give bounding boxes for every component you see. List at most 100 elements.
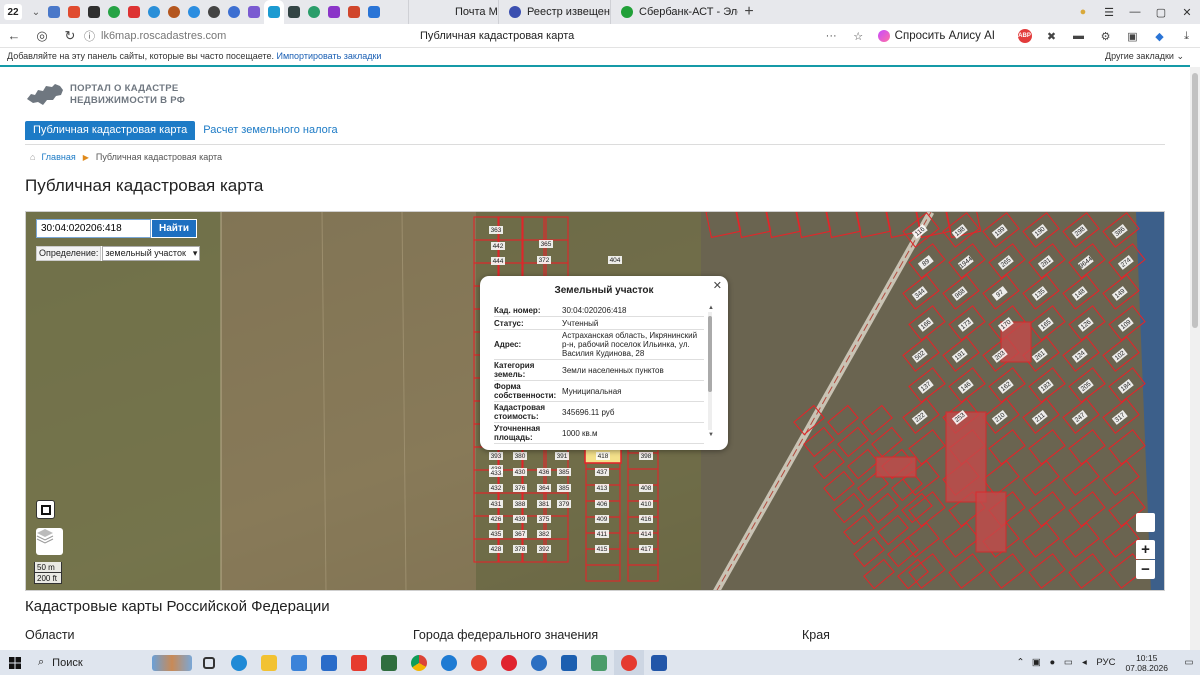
parcel-number-label[interactable]: 435	[491, 531, 502, 538]
parcel-number-label[interactable]: 430	[515, 469, 526, 476]
parcel-number-label[interactable]: 414	[641, 531, 652, 538]
parcel-number-label[interactable]: 378	[515, 546, 526, 553]
layers-button[interactable]	[36, 528, 63, 555]
parcel-number-label[interactable]: 363	[491, 227, 502, 234]
pinned-tab[interactable]	[344, 0, 364, 24]
other-bookmarks-button[interactable]: Другие закладки ⌄	[1105, 48, 1184, 65]
mail-icon[interactable]	[314, 650, 344, 675]
opera-icon[interactable]	[494, 650, 524, 675]
parcel-number-label[interactable]: 380	[515, 453, 526, 460]
parcel-number-label[interactable]: 433	[491, 470, 502, 477]
edge-icon[interactable]	[224, 650, 254, 675]
close-icon[interactable]: ✕	[1174, 6, 1200, 19]
pinned-tab[interactable]	[204, 0, 224, 24]
site-logo[interactable]: ПОРТАЛ О КАДАСТРЕ НЕДВИЖИМОСТИ В РФ	[25, 81, 185, 109]
popup-scroll-up-icon[interactable]: ▲	[708, 305, 714, 311]
parcel-number-label[interactable]: 385	[559, 485, 570, 492]
pinned-tab[interactable]	[164, 0, 184, 24]
microphone-icon[interactable]: ●	[1045, 657, 1059, 668]
pinned-tab[interactable]	[284, 0, 304, 24]
parcel-number-label[interactable]: 393	[491, 453, 502, 460]
yandex-icon[interactable]	[344, 650, 374, 675]
extension-icon[interactable]: ✖	[1038, 30, 1065, 43]
parcel-number-label[interactable]: 416	[641, 516, 652, 523]
downloads-icon[interactable]: ⤓	[1173, 30, 1200, 43]
parcel-number-label[interactable]: 418	[598, 453, 609, 460]
zoom-out-button[interactable]: −	[1136, 560, 1155, 579]
internet-explorer-icon[interactable]	[434, 650, 464, 675]
breadcrumb-home[interactable]: Главная	[41, 152, 75, 162]
adblock-extension-icon[interactable]: ABP	[1011, 29, 1038, 43]
yandex-browser-icon[interactable]	[464, 650, 494, 675]
taskbar-search[interactable]: ⌕ Поиск	[30, 650, 150, 675]
clock[interactable]: 10:15 07.08.2026	[1125, 653, 1168, 673]
calculator-icon[interactable]	[374, 650, 404, 675]
fullscreen-button[interactable]	[36, 500, 55, 519]
network-icon[interactable]: ▭	[1061, 657, 1075, 668]
app-icon[interactable]	[584, 650, 614, 675]
scrollbar-thumb[interactable]	[1192, 73, 1198, 328]
nav-tab-cadastral-map[interactable]: Публичная кадастровая карта	[25, 121, 196, 140]
pinned-tab[interactable]	[224, 0, 244, 24]
pinned-tab[interactable]	[44, 0, 64, 24]
home-icon[interactable]: ⌂	[30, 152, 35, 162]
popup-scrollbar[interactable]	[708, 312, 712, 430]
parcel-number-label[interactable]: 436	[539, 469, 550, 476]
new-tab-button[interactable]: +	[738, 3, 760, 21]
reload-icon[interactable]: ↻	[56, 28, 84, 44]
map-tool-button[interactable]	[1136, 513, 1155, 532]
bookmark-icon[interactable]: ☆	[845, 30, 872, 43]
parcel-number-label[interactable]: 442	[493, 243, 504, 250]
pinned-tab[interactable]	[84, 0, 104, 24]
tray-app-icon[interactable]: ▣	[1029, 657, 1043, 668]
tab-count-badge[interactable]: 22	[4, 4, 22, 20]
site-info-icon[interactable]: ⓘ	[84, 28, 95, 44]
parcel-number-label[interactable]: 364	[539, 485, 550, 492]
back-icon[interactable]: ←	[0, 28, 28, 43]
start-button[interactable]	[0, 656, 30, 669]
parcel-number-label[interactable]: 382	[539, 531, 550, 538]
parcel-number-label[interactable]: 413	[597, 485, 608, 492]
chevron-up-icon[interactable]: ⌃	[1013, 657, 1027, 668]
task-view-icon[interactable]	[194, 650, 224, 675]
app-icon[interactable]	[524, 650, 554, 675]
browser-logo-icon[interactable]: ◎	[28, 28, 56, 44]
parcel-number-label[interactable]: 379	[559, 501, 570, 508]
building-roof[interactable]	[875, 456, 917, 478]
language-indicator[interactable]: РУС	[1096, 657, 1115, 668]
parcel-number-label[interactable]: 431	[491, 501, 502, 508]
find-button[interactable]: Найти	[151, 219, 197, 238]
nav-tab-land-tax[interactable]: Расчет земельного налога	[195, 121, 345, 140]
parcel-number-label[interactable]: 367	[515, 531, 526, 538]
pinned-tab[interactable]	[104, 0, 124, 24]
definition-select[interactable]: земельный участок ▾	[102, 246, 201, 261]
building-roof[interactable]	[975, 491, 1007, 553]
url-field[interactable]: lk6map.roscadastres.com	[101, 30, 341, 42]
pinned-tab[interactable]	[64, 0, 84, 24]
parcel-number-label[interactable]: 391	[557, 453, 568, 460]
pinned-tab[interactable]	[364, 0, 384, 24]
tab-sberbank-ast[interactable]: Сбербанк-АСТ - Электрон	[610, 0, 738, 24]
zoom-in-button[interactable]: +	[1136, 540, 1155, 559]
parcel-number-label[interactable]: 415	[597, 546, 608, 553]
parcel-number-label[interactable]: 392	[539, 546, 550, 553]
app-icon[interactable]	[644, 650, 674, 675]
popup-scroll-down-icon[interactable]: ▼	[708, 432, 714, 438]
pinned-tab-active[interactable]	[264, 0, 284, 24]
parcel-number-label[interactable]: 411	[597, 531, 608, 538]
region-column-oblasti[interactable]: Области	[25, 628, 75, 642]
tab-list-chevron-icon[interactable]: ⌄	[28, 7, 44, 18]
parcel-number-label[interactable]: 398	[641, 453, 652, 460]
parcel-number-label[interactable]: 376	[515, 485, 526, 492]
file-explorer-icon[interactable]	[254, 650, 284, 675]
pinned-tab[interactable]	[324, 0, 344, 24]
tab-mail[interactable]: Почта Mail	[408, 0, 498, 24]
ask-alice-button[interactable]: Спросить Алису AI	[872, 30, 1001, 42]
extension-badge-icon[interactable]: ◆	[1146, 30, 1173, 43]
parcel-number-label[interactable]: 444	[493, 258, 504, 265]
parcel-number-label[interactable]: 426	[491, 516, 502, 523]
parcel-number-label[interactable]: 417	[641, 546, 652, 553]
parcel-number-label[interactable]: 437	[597, 469, 608, 476]
volume-icon[interactable]: ◂	[1077, 657, 1091, 668]
pinned-tab[interactable]	[304, 0, 324, 24]
